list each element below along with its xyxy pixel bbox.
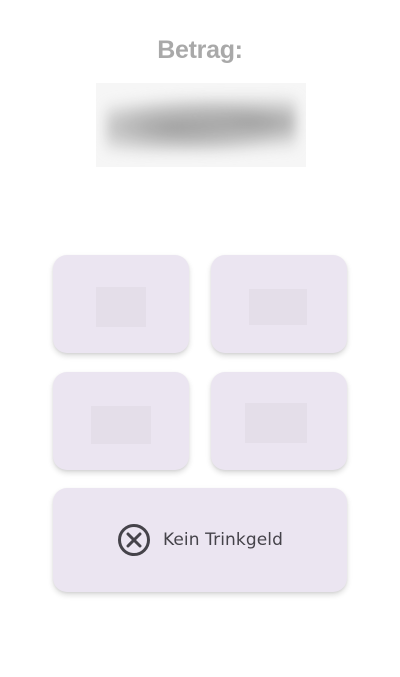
tip-option-2[interactable] xyxy=(211,255,347,353)
tip-option-4-redacted-value xyxy=(245,403,307,443)
amount-value-redacted xyxy=(96,83,306,167)
tip-option-4[interactable] xyxy=(211,372,347,470)
tip-option-2-redacted-value xyxy=(249,289,307,325)
no-tip-label: Kein Trinkgeld xyxy=(162,530,284,550)
tip-option-1[interactable] xyxy=(53,255,189,353)
amount-label: Betrag: xyxy=(157,36,243,64)
tip-option-3[interactable] xyxy=(53,372,189,470)
tip-option-3-redacted-value xyxy=(91,406,151,444)
no-tip-button[interactable]: Kein Trinkgeld xyxy=(53,488,347,592)
tip-option-1-redacted-value xyxy=(96,287,146,327)
redacted-amount-blur xyxy=(106,97,296,153)
tip-screen: Betrag: Kein Trinkgeld xyxy=(0,0,400,677)
close-circle-icon xyxy=(117,523,151,557)
